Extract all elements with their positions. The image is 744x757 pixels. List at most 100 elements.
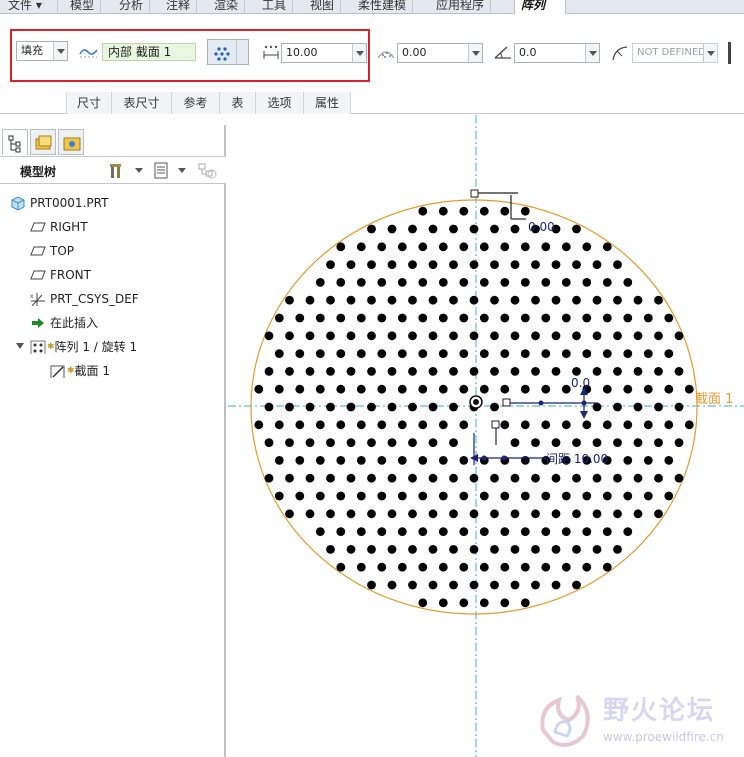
graphics-canvas[interactable]: 0.00 0.0 间距 10.00 截面 1 [228, 115, 744, 757]
pattern-member-dot[interactable] [551, 295, 561, 305]
pattern-member-dot[interactable] [305, 402, 315, 412]
pattern-member-dot[interactable] [613, 402, 622, 412]
pattern-member-dot[interactable] [408, 331, 417, 341]
tree-item-right[interactable]: RIGHT [0, 216, 224, 238]
pattern-member-dot[interactable] [367, 331, 376, 341]
pattern-member-dot[interactable] [254, 384, 264, 394]
pattern-member-dot[interactable] [438, 384, 448, 394]
pattern-member-dot[interactable] [356, 313, 366, 323]
pattern-member-dot[interactable] [654, 402, 663, 412]
pattern-member-dot[interactable] [397, 313, 407, 323]
pattern-member-dot[interactable] [633, 473, 643, 483]
pattern-member-dot[interactable] [397, 491, 407, 501]
pattern-member-dot[interactable] [613, 545, 622, 554]
tab-folder-browser[interactable] [30, 129, 56, 155]
pattern-member-dot[interactable] [510, 367, 520, 376]
pattern-member-dot[interactable] [531, 473, 540, 483]
pattern-member-dot[interactable] [428, 260, 438, 269]
pattern-member-dot[interactable] [408, 367, 417, 376]
pattern-member-dot[interactable] [479, 242, 489, 252]
menu-annotate[interactable]: 注释 [160, 0, 198, 14]
pattern-member-dot[interactable] [408, 509, 417, 519]
pattern-member-dot[interactable] [541, 562, 551, 572]
pattern-member-dot[interactable] [520, 491, 530, 501]
pattern-member-dot[interactable] [387, 367, 397, 376]
pattern-member-dot[interactable] [490, 224, 499, 234]
pattern-member-dot[interactable] [428, 402, 438, 412]
pattern-member-dot[interactable] [541, 278, 551, 287]
tab-favorites[interactable] [58, 129, 84, 155]
tab-tables[interactable]: 表 [219, 92, 255, 114]
pattern-member-dot[interactable] [479, 278, 489, 287]
pattern-member-dot[interactable] [500, 491, 510, 501]
pattern-member-dot[interactable] [285, 295, 294, 305]
pattern-member-dot[interactable] [582, 242, 592, 252]
pattern-member-dot[interactable] [274, 384, 284, 394]
pattern-member-dot[interactable] [582, 491, 592, 501]
pattern-member-dot[interactable] [551, 367, 561, 376]
pattern-member-dot[interactable] [531, 438, 540, 447]
pattern-member-dot[interactable] [510, 331, 520, 341]
pattern-member-dot[interactable] [305, 295, 315, 305]
spacing-dimension-label[interactable]: 间距 10.00 [546, 452, 608, 466]
pattern-member-dot[interactable] [510, 580, 520, 590]
pattern-member-dot[interactable] [531, 545, 540, 554]
pattern-member-dot[interactable] [367, 509, 376, 519]
pattern-member-dot[interactable] [469, 473, 479, 483]
pattern-member-dot[interactable] [469, 545, 479, 554]
pattern-member-dot[interactable] [367, 438, 376, 447]
pattern-member-dot[interactable] [438, 456, 448, 465]
menu-applications[interactable]: 应用程序 [430, 0, 492, 14]
pattern-member-dot[interactable] [643, 313, 653, 323]
pattern-member-dot[interactable] [592, 473, 602, 483]
pattern-member-dot[interactable] [479, 206, 489, 216]
tab-references[interactable]: 参考 [171, 92, 219, 114]
pattern-member-dot[interactable] [428, 580, 438, 590]
pattern-member-dot[interactable] [285, 509, 294, 519]
pattern-member-dot[interactable] [459, 384, 469, 394]
pattern-member-dot[interactable] [387, 509, 397, 519]
pattern-member-dot[interactable] [602, 420, 612, 430]
pattern-member-dot[interactable] [664, 456, 674, 465]
pattern-member-dot[interactable] [418, 278, 428, 287]
pattern-member-dot[interactable] [356, 242, 366, 252]
pattern-member-dot[interactable] [274, 420, 284, 430]
pattern-member-dot[interactable] [520, 206, 530, 216]
pattern-member-dot[interactable] [315, 491, 325, 501]
pattern-member-dot[interactable] [572, 224, 581, 234]
pattern-member-dot[interactable] [572, 295, 581, 305]
menu-tools[interactable]: 工具 [256, 0, 294, 14]
tab-model-tree[interactable] [2, 129, 28, 155]
pattern-member-dot[interactable] [541, 384, 551, 394]
pattern-member-dot[interactable] [572, 331, 581, 341]
pattern-member-dot[interactable] [551, 260, 561, 269]
pattern-member-dot[interactable] [469, 367, 479, 376]
pattern-member-dot[interactable] [449, 438, 458, 447]
pattern-member-dot[interactable] [346, 295, 356, 305]
pattern-member-dot[interactable] [336, 420, 346, 430]
menu-render[interactable]: 渲染 [208, 0, 246, 14]
pattern-member-dot[interactable] [459, 562, 469, 572]
tree-item-part[interactable]: PRT0001.PRT [0, 192, 224, 214]
pattern-member-dot[interactable] [326, 473, 335, 483]
pattern-member-dot[interactable] [500, 349, 510, 358]
pattern-member-dot[interactable] [654, 295, 663, 305]
pattern-member-dot[interactable] [592, 402, 602, 412]
pattern-member-dot[interactable] [613, 509, 622, 519]
pattern-member-dot[interactable] [633, 509, 643, 519]
drag-handle[interactable] [470, 189, 479, 198]
pattern-member-dot[interactable] [531, 331, 540, 341]
menu-flexible-modeling[interactable]: 柔性建模 [352, 0, 414, 14]
chevron-down-icon[interactable] [53, 42, 67, 60]
pattern-member-dot[interactable] [520, 562, 530, 572]
pattern-member-dot[interactable] [551, 473, 561, 483]
pattern-member-dot[interactable] [582, 313, 592, 323]
pattern-member-dot[interactable] [336, 242, 346, 252]
pattern-member-dot[interactable] [387, 224, 397, 234]
pattern-member-dot[interactable] [654, 367, 663, 376]
pattern-member-dot[interactable] [356, 384, 366, 394]
border-dimension-label[interactable]: 0.00 [528, 220, 555, 234]
pattern-member-dot[interactable] [623, 278, 633, 287]
pattern-member-dot[interactable] [346, 367, 356, 376]
pattern-member-dot[interactable] [561, 527, 571, 536]
